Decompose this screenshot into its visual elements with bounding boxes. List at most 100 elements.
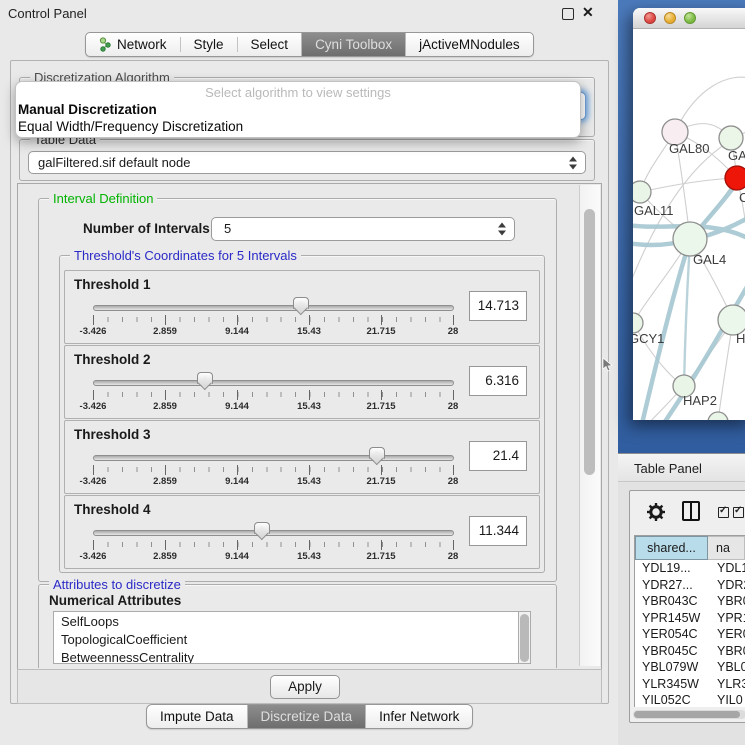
cell-name[interactable]: YPR1 (708, 610, 745, 627)
horizontal-scrollbar-thumb[interactable] (634, 711, 740, 718)
attribute-item[interactable]: TopologicalCoefficient (61, 631, 518, 649)
threshold-panel: Threshold 1 -3.4262.8599.14415.4321.7152… (64, 270, 540, 344)
cell-shared-name[interactable]: YDL19... (635, 560, 708, 577)
checkbox-icon[interactable] (733, 507, 744, 518)
tab-jactivemnodules[interactable]: jActiveMNodules (405, 33, 533, 56)
slider-thumb[interactable] (254, 522, 270, 534)
threshold-value-field[interactable]: 11.344 (469, 516, 527, 546)
columns-icon[interactable] (682, 501, 700, 521)
cell-shared-name[interactable]: YLR345W (635, 676, 708, 693)
tab-style[interactable]: Style (181, 33, 237, 56)
network-node-ga[interactable] (719, 126, 743, 150)
tab-impute-data[interactable]: Impute Data (147, 705, 247, 728)
cell-name[interactable]: YBR0 (708, 643, 745, 660)
scale-label: 15.43 (281, 326, 337, 337)
horizontal-scrollbar[interactable] (633, 710, 745, 719)
table-row[interactable]: YDR27... YDR2 (635, 577, 745, 594)
tab-discretize-data[interactable]: Discretize Data (247, 705, 366, 728)
network-node-gcy1[interactable] (633, 313, 643, 333)
apply-button[interactable]: Apply (270, 675, 340, 699)
column-header-shared-name[interactable]: shared... (635, 536, 708, 560)
network-node-gal4[interactable] (673, 222, 707, 256)
tab-network[interactable]: Network (86, 33, 180, 56)
cell-name[interactable]: YBL0 (708, 659, 745, 676)
slider-thumb[interactable] (369, 447, 385, 459)
popup-option-manual[interactable]: Manual Discretization (18, 102, 157, 117)
slider-ticks (93, 540, 455, 550)
network-window-titlebar[interactable] (633, 8, 745, 29)
column-header-name[interactable]: na (708, 536, 745, 560)
table-row[interactable]: YBL079W YBL0 (635, 659, 745, 676)
tab-select[interactable]: Select (238, 33, 302, 56)
table-panel: shared... na YDL19... YDL1 YDR27... YDR2… (618, 482, 745, 745)
number-of-intervals-spinner[interactable]: 5 (211, 217, 515, 241)
table-row[interactable]: YLR345W YLR3 (635, 676, 745, 693)
slider-track[interactable] (93, 530, 454, 536)
zoom-traffic-light-icon[interactable] (684, 12, 696, 24)
slider-track[interactable] (93, 305, 454, 311)
table-row[interactable]: YBR043C YBR0 (635, 593, 745, 610)
close-traffic-light-icon[interactable] (644, 12, 656, 24)
network-canvas[interactable]: GAL80GACGAL11GAL4GCY1HHAP2 (633, 29, 745, 420)
cell-shared-name[interactable]: YER054C (635, 626, 708, 643)
network-node-gal11[interactable] (633, 181, 651, 203)
gear-icon[interactable] (646, 502, 666, 522)
network-node[interactable] (708, 412, 728, 420)
table-row[interactable]: YDL19... YDL1 (635, 560, 745, 577)
threshold-coordinates-group: Threshold's Coordinates for 5 Intervals … (59, 255, 545, 573)
threshold-value-field[interactable]: 14.713 (469, 291, 527, 321)
slider-track[interactable] (93, 380, 454, 386)
table-panel-title: Table Panel (618, 453, 745, 482)
close-icon[interactable]: ✕ (582, 4, 594, 21)
scale-label: 9.144 (209, 551, 265, 562)
slider-track[interactable] (93, 455, 454, 461)
cell-shared-name[interactable]: YBR045C (635, 643, 708, 660)
slider-thumb[interactable] (197, 372, 213, 384)
tab-cyni-toolbox[interactable]: Cyni Toolbox (301, 33, 405, 56)
vertical-scrollbar[interactable] (579, 185, 600, 666)
scale-label: 21.715 (353, 476, 409, 487)
threshold-value-field[interactable]: 21.4 (469, 441, 527, 471)
attribute-item[interactable]: BetweennessCentrality (61, 649, 518, 664)
cell-shared-name[interactable]: YDR27... (635, 577, 708, 594)
cell-name[interactable]: YDR2 (708, 577, 745, 594)
list-scrollbar[interactable] (519, 611, 531, 664)
table-row[interactable]: YIL052C YIL0 (635, 692, 745, 707)
table-data-combobox[interactable]: galFiltered.sif default node (28, 151, 586, 174)
network-node-c[interactable] (725, 166, 745, 190)
combo-stepper-icon[interactable] (569, 155, 578, 170)
tab-infer-network[interactable]: Infer Network (365, 705, 472, 728)
group-title: Attributes to discretize (49, 577, 185, 592)
attribute-item[interactable]: SelfLoops (61, 613, 518, 631)
float-window-icon[interactable] (562, 8, 574, 20)
scale-label: 2.859 (137, 401, 193, 412)
cell-name[interactable]: YBR0 (708, 593, 745, 610)
vertical-scrollbar-thumb[interactable] (584, 209, 595, 475)
list-scrollbar-thumb[interactable] (520, 614, 529, 662)
cell-shared-name[interactable]: YPR145W (635, 610, 708, 627)
numerical-attributes-list: SelfLoopsTopologicalCoefficientBetweenne… (53, 611, 519, 664)
slider-thumb[interactable] (293, 297, 309, 309)
threshold-value-field[interactable]: 6.316 (469, 366, 527, 396)
cell-name[interactable]: YLR3 (708, 676, 745, 693)
table-row[interactable]: YPR145W YPR1 (635, 610, 745, 627)
cell-shared-name[interactable]: YBR043C (635, 593, 708, 610)
table-row[interactable]: YER054C YER0 (635, 626, 745, 643)
cell-name[interactable]: YER0 (708, 626, 745, 643)
table-row[interactable]: YBR045C YBR0 (635, 643, 745, 660)
minimize-traffic-light-icon[interactable] (664, 12, 676, 24)
popup-option-equal-width[interactable]: Equal Width/Frequency Discretization (18, 119, 243, 134)
node-label: GCY1 (633, 331, 664, 346)
scale-label: 21.715 (353, 326, 409, 337)
spinner-stepper-icon[interactable] (498, 222, 507, 237)
checkbox-icon[interactable] (718, 507, 729, 518)
cell-name[interactable]: YIL0 (708, 692, 745, 707)
scale-label: 28 (425, 326, 481, 337)
threshold-panel: Threshold 4 -3.4262.8599.14415.4321.7152… (64, 495, 540, 569)
network-view-window: GAL80GACGAL11GAL4GCY1HHAP2 (633, 8, 745, 420)
cell-shared-name[interactable]: YBL079W (635, 659, 708, 676)
cell-name[interactable]: YDL1 (708, 560, 745, 577)
scale-label: -3.426 (65, 401, 121, 412)
cell-shared-name[interactable]: YIL052C (635, 692, 708, 707)
table-data-group: Table Data galFiltered.sif default node (19, 139, 595, 181)
